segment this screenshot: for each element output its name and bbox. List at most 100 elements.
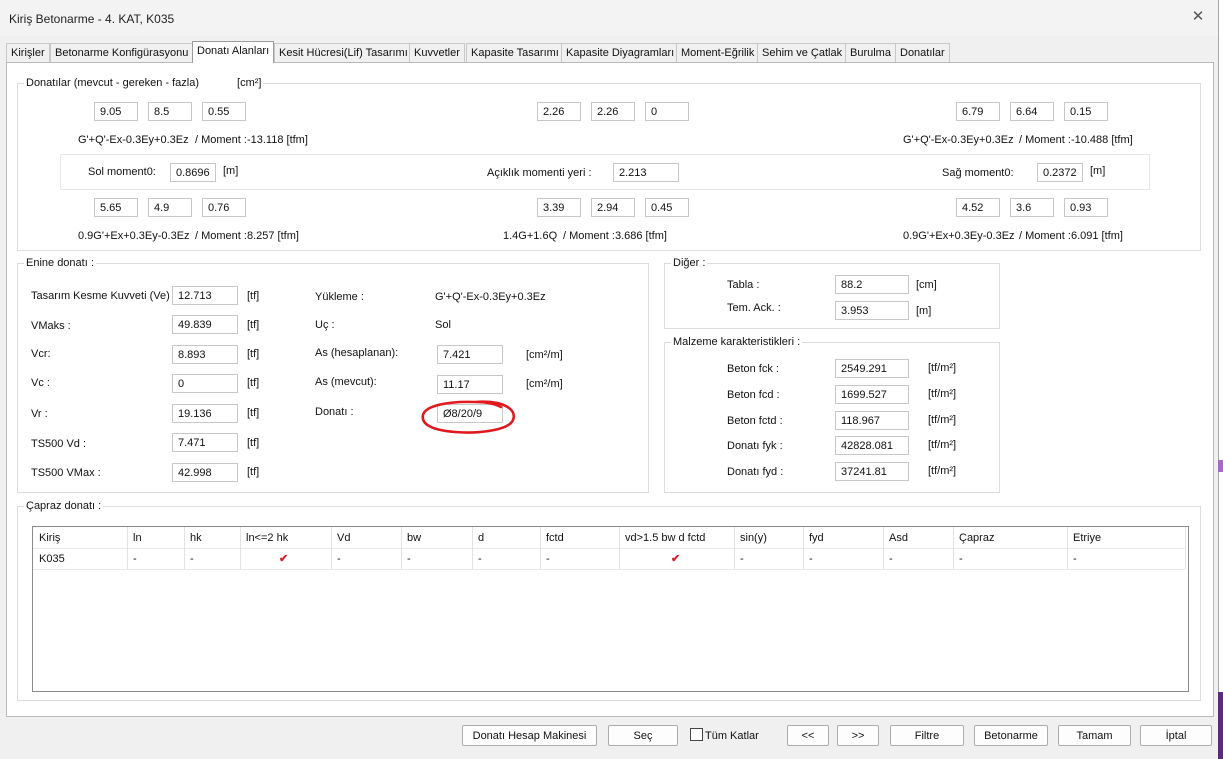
capraz-table[interactable]: Kiriş ln hk ln<=2 hk Vd bw d fctd vd>1.5…: [32, 526, 1189, 692]
tab-donatilar[interactable]: Donatılar: [895, 43, 950, 62]
vcr-label: Vcr:: [31, 348, 51, 360]
tab-donati-alanlari[interactable]: Donatı Alanları: [192, 41, 275, 63]
cell-d: -: [478, 553, 482, 565]
sol-moment-unit: [m]: [223, 165, 239, 177]
bot-mid-mevcut[interactable]: 3.39: [537, 198, 581, 217]
top-left-combo: G'+Q'-Ex-0.3Ey+0.3Ez: [78, 134, 189, 146]
vr-field[interactable]: 19.136: [172, 404, 238, 423]
tab-kirisler[interactable]: Kirişler: [6, 43, 50, 62]
top-mid-gereken[interactable]: 2.26: [591, 102, 635, 121]
donati-field[interactable]: Ø8/20/9: [437, 404, 503, 423]
bot-left-fazla[interactable]: 0.76: [202, 198, 246, 217]
vc-field[interactable]: 0: [172, 374, 238, 393]
top-right-gereken[interactable]: 6.64: [1010, 102, 1054, 121]
previous-button[interactable]: <<: [787, 725, 829, 746]
tab-moment-egrilik[interactable]: Moment-Eğrilik: [676, 43, 760, 62]
donati-hesap-makinesi-button[interactable]: Donatı Hesap Makinesi: [462, 725, 597, 746]
tab-burulma[interactable]: Burulma: [845, 43, 896, 62]
top-mid-fazla[interactable]: 0: [645, 102, 689, 121]
tamam-button[interactable]: Tamam: [1058, 725, 1131, 746]
col-sin[interactable]: sin(y): [734, 528, 767, 549]
bot-mid-fazla[interactable]: 0.45: [645, 198, 689, 217]
col-fyd[interactable]: fyd: [803, 528, 824, 549]
ts500-vmax-field[interactable]: 42.998: [172, 463, 238, 482]
tab-kapasite-diyagramlari[interactable]: Kapasite Diyagramları: [561, 43, 680, 62]
vmaks-field[interactable]: 49.839: [172, 315, 238, 334]
tab-kuvvetler[interactable]: Kuvvetler: [409, 43, 465, 62]
vr-unit: [tf]: [247, 407, 260, 419]
tab-kapasite-tasarimi[interactable]: Kapasite Tasarımı: [466, 43, 564, 62]
vcr-field[interactable]: 8.893: [172, 345, 238, 364]
col-bw[interactable]: bw: [401, 528, 421, 549]
top-right-mevcut[interactable]: 6.79: [956, 102, 1000, 121]
beton-fctd-field[interactable]: 118.967: [835, 411, 909, 430]
bot-right-moment: / Moment :6.091 [tfm]: [1019, 230, 1123, 242]
filtre-button[interactable]: Filtre: [890, 725, 964, 746]
sol-moment-field[interactable]: 0.8696: [170, 163, 216, 182]
donati-fyd-field[interactable]: 37241.81: [835, 462, 909, 481]
sag-moment-label: Sağ moment0:: [942, 167, 1014, 179]
beton-fcd-field[interactable]: 1699.527: [835, 385, 909, 404]
beton-fck-field[interactable]: 2549.291: [835, 359, 909, 378]
malzeme-group-title: Malzeme karakteristikleri :: [671, 336, 803, 348]
tem-ack-field[interactable]: 3.953: [835, 301, 909, 320]
as-mevcut-field[interactable]: 11.17: [437, 375, 503, 394]
col-ln[interactable]: ln: [127, 528, 142, 549]
col-etriye[interactable]: Etriye: [1067, 528, 1101, 549]
col-capraz[interactable]: Çapraz: [953, 528, 994, 549]
as-hesaplanan-label: As (hesaplanan):: [315, 347, 399, 359]
col-asd[interactable]: Asd: [883, 528, 908, 549]
donati-fyk-field[interactable]: 42828.081: [835, 436, 909, 455]
bot-right-fazla[interactable]: 0.93: [1064, 198, 1108, 217]
ts500-vmax-unit: [tf]: [247, 466, 260, 478]
next-button[interactable]: >>: [837, 725, 879, 746]
check-icon: ✔: [279, 553, 289, 565]
sec-button[interactable]: Seç: [608, 725, 678, 746]
sag-moment-field[interactable]: 0.2372: [1037, 163, 1083, 182]
beton-fctd-label: Beton fctd :: [727, 415, 783, 427]
bot-right-mevcut[interactable]: 4.52: [956, 198, 1000, 217]
bot-left-moment: / Moment :8.257 [tfm]: [195, 230, 299, 242]
close-icon[interactable]: ✕: [1188, 7, 1208, 27]
bot-right-gereken[interactable]: 3.6: [1010, 198, 1054, 217]
beton-fcd-unit: [tf/m²]: [928, 388, 957, 400]
sag-moment-unit: [m]: [1090, 165, 1106, 177]
tabla-field[interactable]: 88.2: [835, 275, 909, 294]
ts500-vd-field[interactable]: 7.471: [172, 433, 238, 452]
tab-betonarme-konfigurasyonu[interactable]: Betonarme Konfigürasyonu: [50, 43, 194, 62]
top-left-mevcut[interactable]: 9.05: [94, 102, 138, 121]
donati-fyd-label: Donatı fyd :: [727, 466, 784, 478]
top-left-gereken[interactable]: 8.5: [148, 102, 192, 121]
col-ln-2hk[interactable]: ln<=2 hk: [240, 528, 288, 549]
ve-field[interactable]: 12.713: [172, 286, 238, 305]
bot-right-combo: 0.9G'+Ex+0.3Ey-0.3Ez: [903, 230, 1015, 242]
tum-katlar-checkbox[interactable]: Tüm Katlar: [690, 728, 759, 744]
top-right-fazla[interactable]: 0.15: [1064, 102, 1108, 121]
betonarme-button[interactable]: Betonarme: [974, 725, 1048, 746]
bot-mid-gereken[interactable]: 2.94: [591, 198, 635, 217]
bot-mid-moment: / Moment :3.686 [tfm]: [563, 230, 667, 242]
cell-capraz: -: [959, 553, 963, 565]
iptal-button[interactable]: İptal: [1140, 725, 1212, 746]
top-mid-mevcut[interactable]: 2.26: [537, 102, 581, 121]
col-d[interactable]: d: [472, 528, 484, 549]
checkbox-icon[interactable]: [690, 728, 703, 741]
col-vd-check[interactable]: vd>1.5 bw d fctd: [619, 528, 705, 549]
col-vd[interactable]: Vd: [331, 528, 350, 549]
bot-left-mevcut[interactable]: 5.65: [94, 198, 138, 217]
as-hesaplanan-field[interactable]: 7.421: [437, 345, 503, 364]
tab-sehim-catlak[interactable]: Sehim ve Çatlak: [757, 43, 848, 62]
col-fctd[interactable]: fctd: [540, 528, 564, 549]
vmaks-label: VMaks :: [31, 320, 71, 332]
top-left-fazla[interactable]: 0.55: [202, 102, 246, 121]
bot-left-gereken[interactable]: 4.9: [148, 198, 192, 217]
yukleme-value: G'+Q'-Ex-0.3Ey+0.3Ez: [435, 291, 546, 303]
vc-unit: [tf]: [247, 377, 260, 389]
col-hk[interactable]: hk: [184, 528, 202, 549]
tabla-unit: [cm]: [916, 279, 937, 291]
aciklik-field[interactable]: 2.213: [613, 163, 679, 182]
tab-kesit-hucresi[interactable]: Kesit Hücresi(Lif) Tasarımı: [274, 43, 413, 62]
col-kiris[interactable]: Kiriş: [33, 528, 60, 549]
donati-label: Donatı :: [315, 406, 354, 418]
cell-etriye: -: [1073, 553, 1077, 565]
